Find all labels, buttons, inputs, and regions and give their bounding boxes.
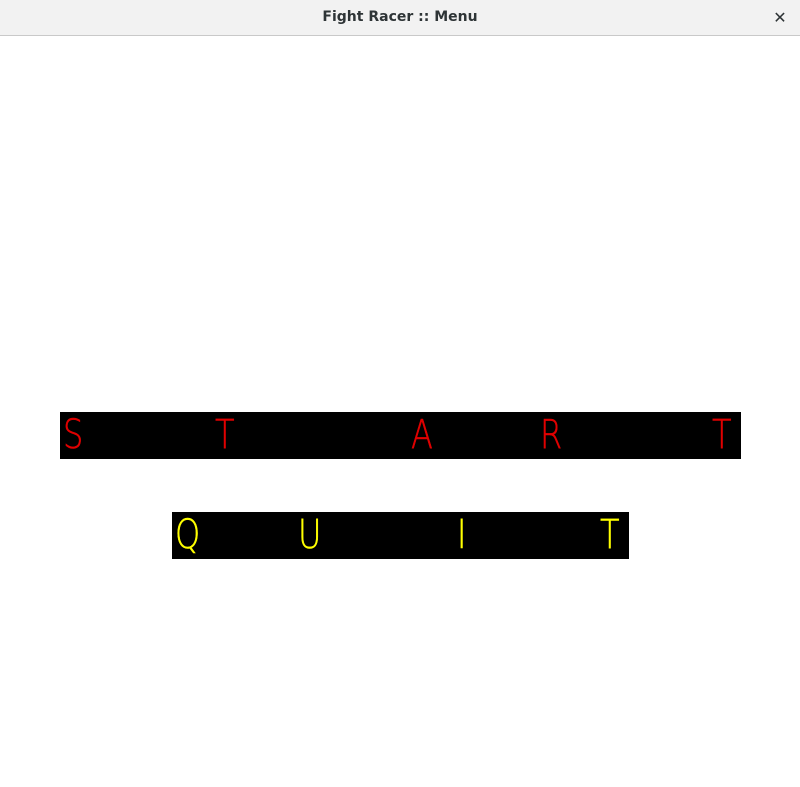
game-canvas: S T A R T Q U I T: [0, 36, 800, 787]
quit-button[interactable]: Q U I T: [172, 512, 629, 559]
start-letter-t2: T: [712, 412, 732, 459]
close-icon[interactable]: ✕: [770, 8, 790, 28]
quit-letter-i: I: [457, 512, 467, 559]
game-window: Fight Racer :: Menu ✕ S T A R T Q U I T: [0, 0, 800, 787]
quit-letter-t: T: [600, 512, 620, 559]
start-button[interactable]: S T A R T: [60, 412, 741, 459]
quit-letter-q: Q: [175, 512, 201, 559]
window-title: Fight Racer :: Menu: [322, 9, 478, 25]
start-letter-a: A: [411, 412, 433, 459]
title-bar: Fight Racer :: Menu ✕: [0, 0, 800, 36]
start-letter-t: T: [215, 412, 235, 459]
start-letter-r: R: [540, 412, 563, 459]
start-letter-s: S: [63, 412, 84, 459]
quit-letter-u: U: [298, 512, 322, 559]
